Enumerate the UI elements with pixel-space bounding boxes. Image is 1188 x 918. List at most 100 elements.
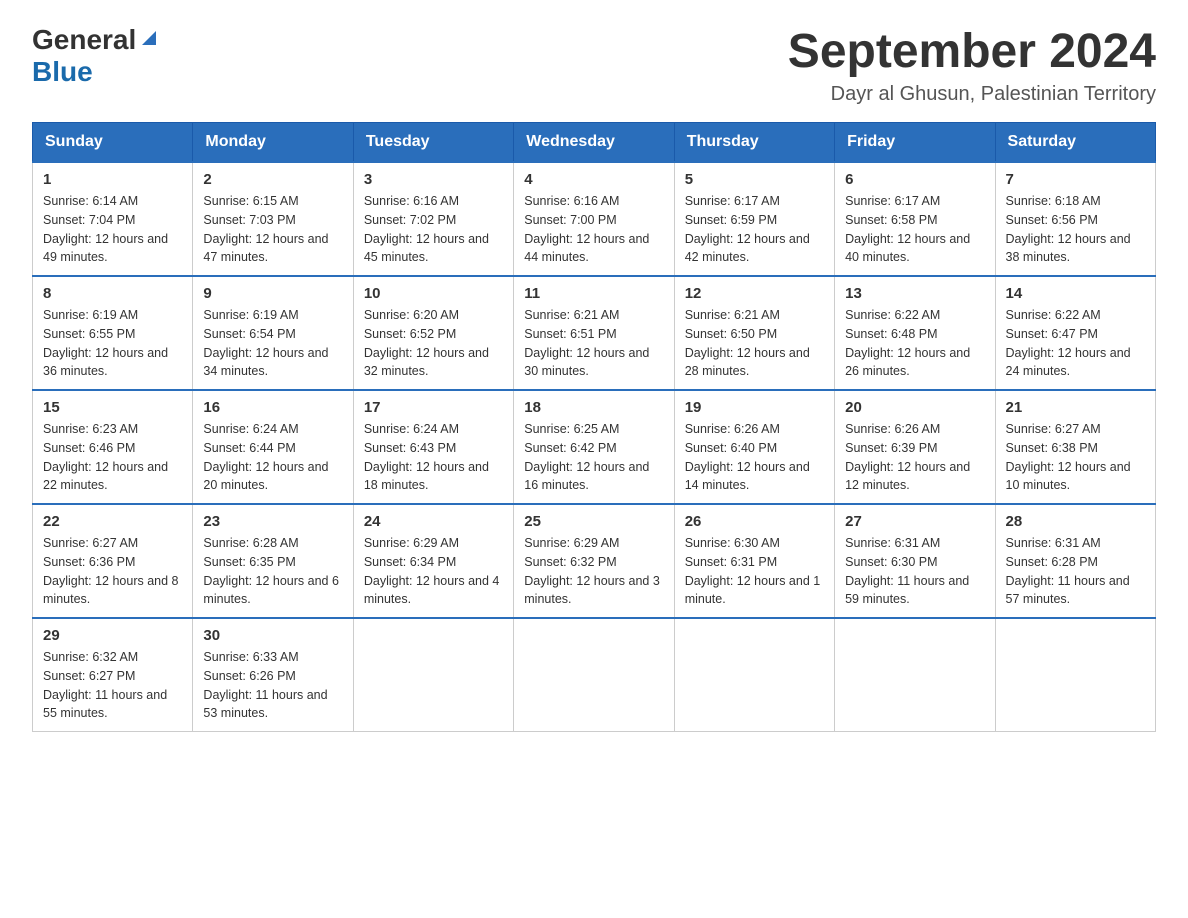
day-header-sunday: Sunday	[33, 123, 193, 163]
day-number: 9	[203, 285, 342, 302]
calendar-cell: 22 Sunrise: 6:27 AMSunset: 6:36 PMDayligh…	[33, 504, 193, 618]
calendar-cell: 11 Sunrise: 6:21 AMSunset: 6:51 PMDayligh…	[514, 276, 674, 390]
calendar-cell: 30Sunrise: 6:33 AMSunset: 6:26 PMDayligh…	[193, 618, 353, 732]
calendar-cell: 19Sunrise: 6:26 AMSunset: 6:40 PMDayligh…	[674, 390, 834, 504]
logo-blue-text: Blue	[32, 56, 93, 88]
calendar-cell: 25 Sunrise: 6:29 AMSunset: 6:32 PMDayligh…	[514, 504, 674, 618]
day-info: Sunrise: 6:19 AMSunset: 6:54 PMDaylight:…	[203, 306, 342, 381]
calendar-week-row: 8 Sunrise: 6:19 AMSunset: 6:55 PMDaylight…	[33, 276, 1156, 390]
title-area: September 2024 Dayr al Ghusun, Palestini…	[788, 24, 1156, 106]
day-info: Sunrise: 6:22 AMSunset: 6:48 PMDaylight:…	[845, 306, 984, 381]
day-info: Sunrise: 6:29 AMSunset: 6:34 PMDaylight:…	[364, 534, 503, 609]
day-header-friday: Friday	[835, 123, 995, 163]
calendar-cell: 20 Sunrise: 6:26 AMSunset: 6:39 PMDayligh…	[835, 390, 995, 504]
day-number: 24	[364, 513, 503, 530]
day-info: Sunrise: 6:14 AMSunset: 7:04 PMDaylight:…	[43, 192, 182, 267]
day-number: 2	[203, 171, 342, 188]
calendar-cell: 1 Sunrise: 6:14 AMSunset: 7:04 PMDaylight…	[33, 162, 193, 276]
day-number: 6	[845, 171, 984, 188]
day-number: 27	[845, 513, 984, 530]
day-number: 29	[43, 627, 182, 644]
day-info: Sunrise: 6:17 AMSunset: 6:58 PMDaylight:…	[845, 192, 984, 267]
calendar-cell: 18 Sunrise: 6:25 AMSunset: 6:42 PMDayligh…	[514, 390, 674, 504]
day-number: 3	[364, 171, 503, 188]
day-info: Sunrise: 6:25 AMSunset: 6:42 PMDaylight:…	[524, 420, 663, 495]
calendar-cell: 10 Sunrise: 6:20 AMSunset: 6:52 PMDayligh…	[353, 276, 513, 390]
day-info: Sunrise: 6:18 AMSunset: 6:56 PMDaylight:…	[1006, 192, 1145, 267]
calendar-cell	[835, 618, 995, 732]
day-info: Sunrise: 6:29 AMSunset: 6:32 PMDaylight:…	[524, 534, 663, 609]
day-info: Sunrise: 6:33 AMSunset: 6:26 PMDaylight:…	[203, 648, 342, 723]
day-number: 21	[1006, 399, 1145, 416]
calendar-table: SundayMondayTuesdayWednesdayThursdayFrid…	[32, 122, 1156, 732]
day-info: Sunrise: 6:20 AMSunset: 6:52 PMDaylight:…	[364, 306, 503, 381]
day-info: Sunrise: 6:15 AMSunset: 7:03 PMDaylight:…	[203, 192, 342, 267]
calendar-cell: 29 Sunrise: 6:32 AMSunset: 6:27 PMDayligh…	[33, 618, 193, 732]
day-number: 23	[203, 513, 342, 530]
day-info: Sunrise: 6:24 AMSunset: 6:43 PMDaylight:…	[364, 420, 503, 495]
day-number: 1	[43, 171, 182, 188]
day-info: Sunrise: 6:30 AMSunset: 6:31 PMDaylight:…	[685, 534, 824, 609]
calendar-cell: 5 Sunrise: 6:17 AMSunset: 6:59 PMDaylight…	[674, 162, 834, 276]
day-info: Sunrise: 6:21 AMSunset: 6:51 PMDaylight:…	[524, 306, 663, 381]
logo: General Blue	[32, 24, 160, 88]
day-info: Sunrise: 6:19 AMSunset: 6:55 PMDaylight:…	[43, 306, 182, 381]
day-number: 18	[524, 399, 663, 416]
calendar-cell: 13Sunrise: 6:22 AMSunset: 6:48 PMDayligh…	[835, 276, 995, 390]
day-number: 16	[203, 399, 342, 416]
calendar-cell: 16 Sunrise: 6:24 AMSunset: 6:44 PMDayligh…	[193, 390, 353, 504]
calendar-cell: 14Sunrise: 6:22 AMSunset: 6:47 PMDayligh…	[995, 276, 1155, 390]
logo-general-text: General	[32, 24, 136, 56]
day-info: Sunrise: 6:31 AMSunset: 6:30 PMDaylight:…	[845, 534, 984, 609]
day-number: 5	[685, 171, 824, 188]
calendar-cell: 12 Sunrise: 6:21 AMSunset: 6:50 PMDayligh…	[674, 276, 834, 390]
day-number: 15	[43, 399, 182, 416]
calendar-cell	[995, 618, 1155, 732]
day-number: 7	[1006, 171, 1145, 188]
day-number: 10	[364, 285, 503, 302]
day-number: 20	[845, 399, 984, 416]
calendar-cell: 6 Sunrise: 6:17 AMSunset: 6:58 PMDaylight…	[835, 162, 995, 276]
day-number: 11	[524, 285, 663, 302]
day-number: 8	[43, 285, 182, 302]
day-number: 26	[685, 513, 824, 530]
calendar-cell: 8 Sunrise: 6:19 AMSunset: 6:55 PMDaylight…	[33, 276, 193, 390]
calendar-header-row: SundayMondayTuesdayWednesdayThursdayFrid…	[33, 123, 1156, 163]
day-header-monday: Monday	[193, 123, 353, 163]
day-info: Sunrise: 6:28 AMSunset: 6:35 PMDaylight:…	[203, 534, 342, 609]
calendar-cell: 2 Sunrise: 6:15 AMSunset: 7:03 PMDaylight…	[193, 162, 353, 276]
calendar-cell: 4Sunrise: 6:16 AMSunset: 7:00 PMDaylight…	[514, 162, 674, 276]
calendar-cell: 26 Sunrise: 6:30 AMSunset: 6:31 PMDayligh…	[674, 504, 834, 618]
day-number: 28	[1006, 513, 1145, 530]
day-info: Sunrise: 6:26 AMSunset: 6:40 PMDaylight:…	[685, 420, 824, 495]
day-number: 12	[685, 285, 824, 302]
day-number: 25	[524, 513, 663, 530]
day-info: Sunrise: 6:16 AMSunset: 7:00 PMDaylight:…	[524, 192, 663, 267]
day-header-saturday: Saturday	[995, 123, 1155, 163]
calendar-body: 1 Sunrise: 6:14 AMSunset: 7:04 PMDaylight…	[33, 162, 1156, 732]
calendar-cell	[674, 618, 834, 732]
day-info: Sunrise: 6:22 AMSunset: 6:47 PMDaylight:…	[1006, 306, 1145, 381]
day-info: Sunrise: 6:32 AMSunset: 6:27 PMDaylight:…	[43, 648, 182, 723]
calendar-cell: 9 Sunrise: 6:19 AMSunset: 6:54 PMDaylight…	[193, 276, 353, 390]
day-info: Sunrise: 6:23 AMSunset: 6:46 PMDaylight:…	[43, 420, 182, 495]
day-info: Sunrise: 6:21 AMSunset: 6:50 PMDaylight:…	[685, 306, 824, 381]
calendar-cell	[514, 618, 674, 732]
calendar-cell: 27 Sunrise: 6:31 AMSunset: 6:30 PMDayligh…	[835, 504, 995, 618]
day-info: Sunrise: 6:26 AMSunset: 6:39 PMDaylight:…	[845, 420, 984, 495]
calendar-cell: 21Sunrise: 6:27 AMSunset: 6:38 PMDayligh…	[995, 390, 1155, 504]
logo-icon	[138, 27, 160, 49]
day-header-tuesday: Tuesday	[353, 123, 513, 163]
calendar-cell: 24 Sunrise: 6:29 AMSunset: 6:34 PMDayligh…	[353, 504, 513, 618]
calendar-cell	[353, 618, 513, 732]
calendar-week-row: 29 Sunrise: 6:32 AMSunset: 6:27 PMDayligh…	[33, 618, 1156, 732]
calendar-cell: 17Sunrise: 6:24 AMSunset: 6:43 PMDayligh…	[353, 390, 513, 504]
day-header-wednesday: Wednesday	[514, 123, 674, 163]
calendar-week-row: 22 Sunrise: 6:27 AMSunset: 6:36 PMDayligh…	[33, 504, 1156, 618]
day-number: 22	[43, 513, 182, 530]
calendar-cell: 7 Sunrise: 6:18 AMSunset: 6:56 PMDaylight…	[995, 162, 1155, 276]
day-info: Sunrise: 6:27 AMSunset: 6:36 PMDaylight:…	[43, 534, 182, 609]
day-info: Sunrise: 6:24 AMSunset: 6:44 PMDaylight:…	[203, 420, 342, 495]
calendar-week-row: 15 Sunrise: 6:23 AMSunset: 6:46 PMDayligh…	[33, 390, 1156, 504]
day-info: Sunrise: 6:17 AMSunset: 6:59 PMDaylight:…	[685, 192, 824, 267]
